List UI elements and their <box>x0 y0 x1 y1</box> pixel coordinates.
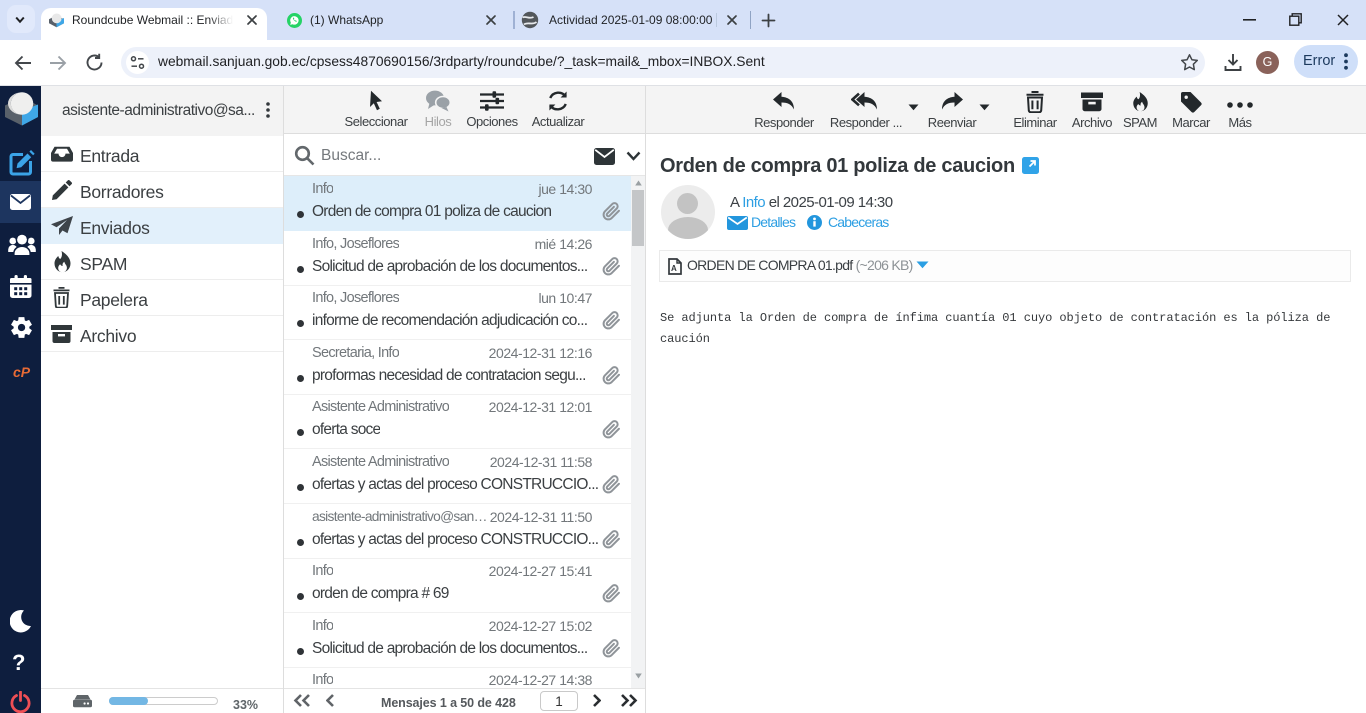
svg-text:A: A <box>671 264 677 273</box>
